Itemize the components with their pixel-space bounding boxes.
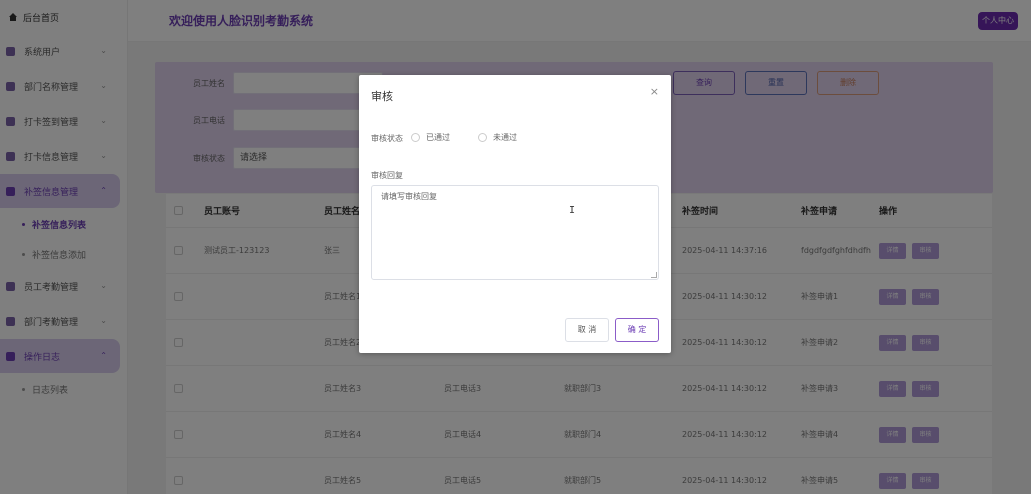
confirm-button[interactable]: 确 定 [615, 318, 659, 342]
resize-handle-icon[interactable] [651, 272, 657, 278]
dialog-title: 审核 [371, 90, 393, 103]
audit-dialog: 审核 × 审核状态 已通过 未通过 审核回复 请填写审核回复 I 取 消 确 定 [359, 75, 671, 353]
radio-circle-icon [411, 133, 420, 142]
close-icon[interactable]: × [650, 85, 659, 98]
text-cursor-icon: I [569, 205, 576, 216]
radio-passed-label: 已通过 [426, 133, 450, 142]
radio-failed[interactable]: 未通过 [478, 132, 517, 143]
textarea-placeholder: 请填写审核回复 [381, 192, 437, 201]
audit-reply-textarea[interactable]: 请填写审核回复 [371, 185, 659, 280]
audit-status-label: 审核状态 [371, 134, 403, 143]
cancel-button[interactable]: 取 消 [565, 318, 609, 342]
radio-failed-label: 未通过 [493, 133, 517, 142]
audit-reply-label: 审核回复 [371, 171, 403, 180]
radio-passed[interactable]: 已通过 [411, 132, 450, 143]
radio-circle-icon [478, 133, 487, 142]
